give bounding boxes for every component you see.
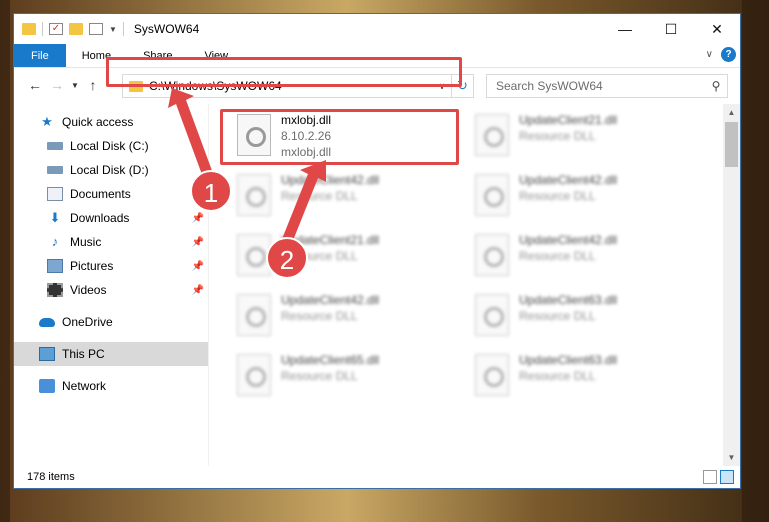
annotation-arrows bbox=[168, 88, 326, 248]
arrow-2 bbox=[280, 160, 326, 248]
step-badge-2: 2 bbox=[266, 237, 308, 279]
step-badge-1: 1 bbox=[190, 170, 232, 212]
arrow-1 bbox=[168, 88, 214, 180]
